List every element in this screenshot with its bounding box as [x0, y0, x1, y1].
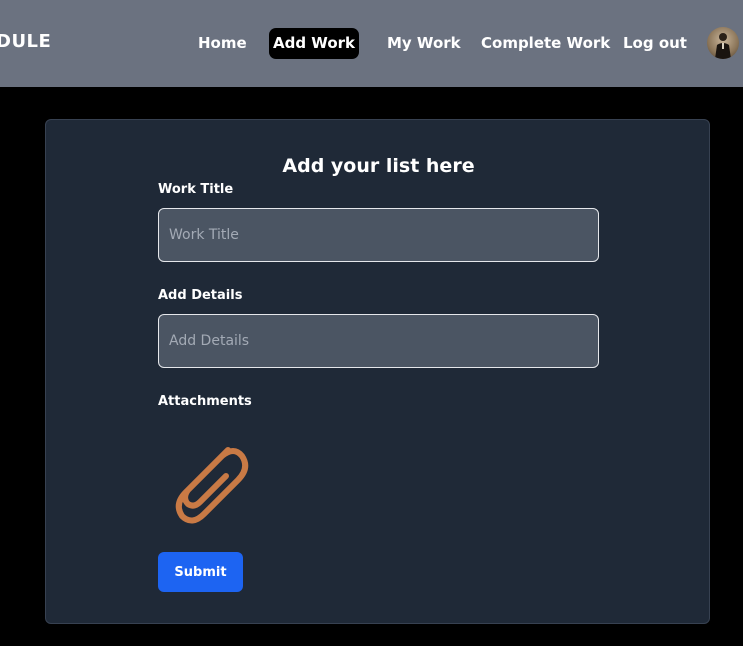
add-work-form-card: Add your list here Work Title Add Detail… [45, 119, 710, 624]
nav-complete-work-link[interactable]: Complete Work [481, 28, 610, 59]
paperclip-icon[interactable] [158, 428, 258, 530]
form-title: Add your list here [282, 155, 475, 177]
add-details-label: Add Details [158, 288, 243, 303]
nav-log-out-link[interactable]: Log out [623, 28, 687, 59]
nav-home-link[interactable]: Home [198, 28, 247, 59]
brand-logo-text: DULE [0, 31, 52, 52]
work-title-label: Work Title [158, 182, 234, 197]
work-title-input[interactable] [158, 208, 599, 262]
submit-button[interactable]: Submit [158, 552, 243, 592]
top-navbar: DULE Home Add Work My Work Complete Work… [0, 0, 743, 87]
user-avatar[interactable] [707, 27, 739, 59]
add-details-input[interactable] [158, 314, 599, 368]
attachments-label: Attachments [158, 394, 252, 409]
avatar-person-icon [715, 33, 731, 59]
nav-add-work-link[interactable]: Add Work [269, 28, 359, 59]
nav-my-work-link[interactable]: My Work [387, 28, 461, 59]
